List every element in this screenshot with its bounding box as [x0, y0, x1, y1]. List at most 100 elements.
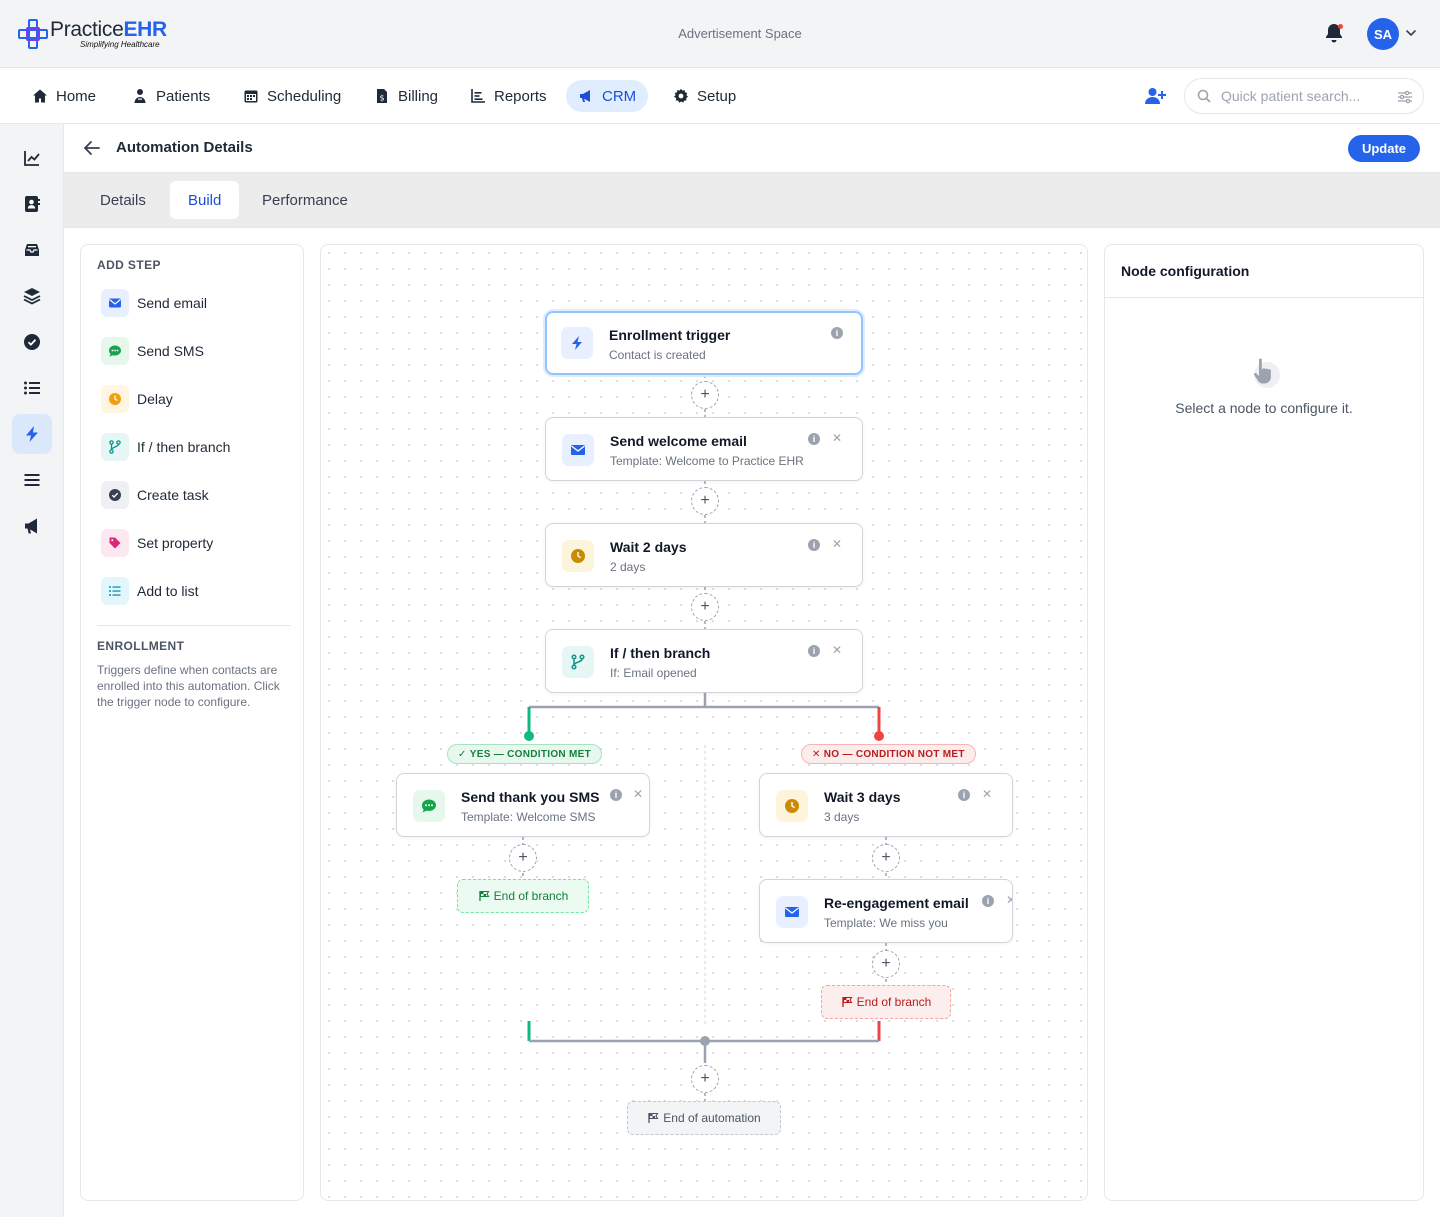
flag-icon	[648, 1112, 659, 1123]
add-step-heading: ADD STEP	[97, 258, 161, 272]
step-if-then-branch[interactable]: If / then branch	[101, 432, 230, 462]
logo-tagline: Simplifying Healthcare	[80, 40, 160, 49]
step-set-property[interactable]: Set property	[101, 528, 213, 558]
step-add-to-list[interactable]: Add to list	[101, 576, 198, 606]
check-circle-icon	[109, 489, 121, 501]
list-icon	[109, 586, 121, 596]
step-send-email-label: Send email	[137, 295, 208, 311]
nav-reports[interactable]: Reports	[458, 80, 559, 112]
megaphone-icon	[580, 90, 590, 102]
add-step-plus-button[interactable]: +	[872, 950, 900, 978]
step-delay[interactable]: Delay	[101, 384, 173, 414]
step-send-sms[interactable]: Send SMS	[101, 336, 204, 366]
tag-icon	[109, 537, 121, 549]
rail-layers[interactable]	[12, 276, 52, 316]
node-title: Enrollment trigger	[609, 327, 731, 343]
add-step-plus-button[interactable]: +	[509, 844, 537, 872]
contacts-icon	[25, 196, 40, 212]
info-icon[interactable]: i	[982, 895, 994, 907]
workflow-canvas[interactable]: Enrollment trigger Contact is created i …	[320, 244, 1088, 1201]
nav-home[interactable]: Home	[20, 80, 108, 112]
close-icon[interactable]: ✕	[982, 787, 992, 801]
close-icon[interactable]: ✕	[832, 643, 842, 657]
rail-contacts[interactable]	[12, 184, 52, 224]
step-create-task-label: Create task	[137, 487, 209, 503]
nav-home-label: Home	[56, 87, 97, 105]
config-title: Node configuration	[1121, 263, 1250, 279]
info-icon[interactable]: i	[808, 645, 820, 657]
rail-lists[interactable]	[12, 368, 52, 408]
add-step-plus-button[interactable]: +	[691, 593, 719, 621]
close-icon[interactable]: ✕	[832, 537, 842, 551]
quick-patient-search[interactable]	[1184, 78, 1424, 114]
rail-tasks[interactable]	[12, 322, 52, 362]
rail-automation[interactable]	[12, 414, 52, 454]
chat-icon	[109, 345, 121, 357]
node-wait-3-days[interactable]: Wait 3 days 3 days i ✕	[759, 773, 1013, 837]
close-icon[interactable]: ✕	[832, 431, 842, 445]
step-create-task[interactable]: Create task	[101, 480, 209, 510]
info-icon[interactable]: i	[831, 327, 843, 339]
info-icon[interactable]: i	[808, 433, 820, 445]
node-send-thank-you-sms[interactable]: Send thank you SMS Template: Welcome SMS…	[396, 773, 650, 837]
step-delay-label: Delay	[137, 391, 173, 407]
info-icon[interactable]: i	[958, 789, 970, 801]
clock-icon	[109, 393, 121, 405]
tab-build[interactable]: Build	[170, 181, 240, 219]
info-icon[interactable]: i	[808, 539, 820, 551]
add-step-plus-button[interactable]: +	[691, 381, 719, 409]
close-icon[interactable]: ✕	[633, 787, 643, 801]
rail-campaigns[interactable]	[12, 506, 52, 546]
info-icon[interactable]: i	[610, 789, 622, 801]
add-step-plus-button[interactable]: +	[872, 844, 900, 872]
back-arrow-icon[interactable]	[82, 138, 102, 158]
enrollment-description: Triggers define when contacts are enroll…	[97, 663, 280, 709]
search-input[interactable]	[1221, 88, 1391, 104]
update-button[interactable]: Update	[1348, 135, 1420, 162]
check-circle-icon	[24, 334, 40, 350]
list-icon	[24, 381, 40, 395]
svg-text:$: $	[379, 94, 384, 103]
rail-menu[interactable]	[12, 460, 52, 500]
add-step-plus-button[interactable]: +	[691, 1065, 719, 1093]
add-patient-icon[interactable]	[1144, 85, 1166, 107]
node-subtitle: Contact is created	[609, 348, 706, 362]
nav-crm[interactable]: CRM	[566, 80, 649, 112]
main-nav: Home Patients Scheduling $ Billing Repor…	[0, 68, 1440, 124]
node-subtitle: Template: We miss you	[824, 916, 948, 930]
step-send-sms-label: Send SMS	[137, 343, 204, 359]
flag-icon	[841, 996, 853, 1007]
tab-performance[interactable]: Performance	[244, 181, 366, 219]
nav-setup[interactable]: Setup	[661, 80, 748, 112]
chat-icon	[422, 799, 436, 813]
bolt-icon	[26, 426, 38, 442]
mail-icon	[109, 298, 121, 308]
nav-patients[interactable]: Patients	[120, 80, 222, 112]
node-send-welcome-email[interactable]: Send welcome email Template: Welcome to …	[545, 417, 863, 481]
nav-scheduling[interactable]: Scheduling	[231, 80, 353, 112]
add-step-panel: ADD STEP Send email Send SMS Delay If / …	[80, 244, 304, 1201]
node-title: Wait 3 days	[824, 789, 901, 805]
filter-sliders-icon[interactable]	[1397, 89, 1413, 105]
close-icon[interactable]: ✕	[1006, 893, 1012, 907]
node-re-engagement-email[interactable]: Re-engagement email Template: We miss yo…	[759, 879, 1013, 943]
node-subtitle: Template: Welcome SMS	[461, 810, 596, 824]
chevron-down-icon[interactable]	[1404, 26, 1418, 40]
rail-analytics[interactable]	[12, 138, 52, 178]
nav-billing[interactable]: $ Billing	[362, 80, 450, 112]
node-enrollment-trigger[interactable]: Enrollment trigger Contact is created i	[545, 311, 863, 375]
user-avatar[interactable]: SA	[1367, 18, 1399, 50]
add-step-plus-button[interactable]: +	[691, 487, 719, 515]
enrollment-heading: ENROLLMENT	[97, 639, 185, 653]
rail-inbox[interactable]	[12, 230, 52, 270]
tabs-bar: Details Build Performance	[64, 173, 1440, 228]
node-subtitle: 3 days	[824, 810, 860, 824]
yes-branch-pill: ✓ YES — CONDITION MET	[447, 744, 603, 764]
clock-icon	[785, 799, 799, 813]
node-if-then-branch[interactable]: If / then branch If: Email opened i ✕	[545, 629, 863, 693]
node-wait-2-days[interactable]: Wait 2 days 2 days i ✕	[545, 523, 863, 587]
branch-icon	[109, 440, 121, 454]
step-send-email[interactable]: Send email	[101, 288, 207, 318]
tab-details[interactable]: Details	[82, 181, 164, 219]
nav-scheduling-label: Scheduling	[267, 87, 342, 105]
